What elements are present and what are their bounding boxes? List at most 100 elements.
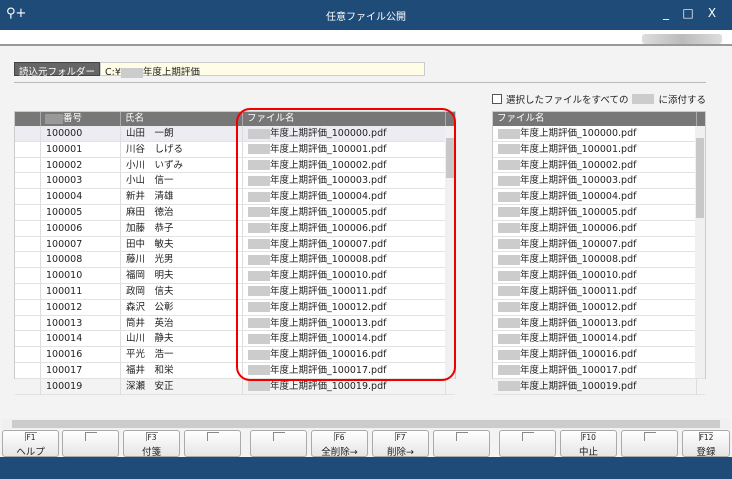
employee-name: 深瀬 安正 [121, 378, 243, 394]
fkey-button-blank-2[interactable] [62, 430, 119, 457]
file-name: 年度上期評価_100014.pdf [493, 331, 697, 347]
row-selector[interactable] [15, 331, 41, 347]
employee-number: 100003 [41, 173, 121, 189]
row-selector[interactable] [15, 173, 41, 189]
employee-name: 小山 信一 [121, 173, 243, 189]
row-selector[interactable] [15, 141, 41, 157]
table-row[interactable]: 年度上期評価_100012.pdf [493, 299, 705, 316]
table-row[interactable]: 年度上期評価_100008.pdf [493, 252, 705, 269]
table-row[interactable]: 年度上期評価_100006.pdf [493, 220, 705, 237]
scrollbar-thumb[interactable] [12, 420, 720, 428]
row-selector[interactable] [15, 283, 41, 299]
row-selector[interactable] [15, 157, 41, 173]
file-name: 年度上期評価_100010.pdf [493, 268, 697, 283]
table-row[interactable]: 100019 深瀬 安正 年度上期評価_100019.pdf [15, 378, 455, 395]
fkey-button-blank-9[interactable] [499, 430, 556, 457]
fkey-button-f1[interactable]: F1 ヘルプ [2, 430, 59, 458]
scrollbar-thumb[interactable] [696, 138, 704, 218]
fkey-button-f3[interactable]: F3 付箋 [123, 430, 180, 458]
employee-name: 福岡 明夫 [121, 268, 243, 283]
fkey-button-blank-8[interactable] [433, 430, 490, 457]
row-selector[interactable] [15, 315, 41, 331]
fkey-button-f7[interactable]: F7 削除→ [372, 430, 429, 458]
fkey-label: 付箋 [141, 447, 161, 458]
col-header-name[interactable]: 氏名 [121, 112, 243, 126]
row-selector[interactable] [15, 236, 41, 252]
table-row[interactable]: 年度上期評価_100002.pdf [493, 157, 705, 174]
fkey-button-f6[interactable]: F6 全削除→ [311, 430, 368, 458]
employee-number: 100000 [41, 126, 121, 141]
redacted [498, 254, 520, 265]
folder-suffix: 年度上期評価 [142, 67, 200, 78]
maximize-button[interactable]: □ [678, 6, 698, 20]
file-name-text: 年度上期評価_100006.pdf [520, 222, 637, 234]
table-row[interactable]: 年度上期評価_100011.pdf [493, 283, 705, 300]
table-row[interactable]: 年度上期評価_100003.pdf [493, 173, 705, 190]
col-header-number[interactable]: 番号 [41, 112, 121, 126]
row-selector[interactable] [15, 268, 41, 283]
table-row[interactable]: 年度上期評価_100014.pdf [493, 331, 705, 348]
attached-files-table: ファイル名 年度上期評価_100000.pdf 年度上期評価_100001.pdf… [492, 111, 706, 395]
minimize-button[interactable]: _ [656, 6, 676, 20]
row-selector[interactable] [15, 378, 41, 394]
folder-prefix: C:¥ [105, 67, 121, 78]
employee-name: 山川 静夫 [121, 331, 243, 347]
table-row[interactable]: 年度上期評価_100007.pdf [493, 236, 705, 253]
table-row[interactable]: 年度上期評価_100017.pdf [493, 362, 705, 379]
employee-number: 100013 [41, 315, 121, 331]
employee-number: 100016 [41, 347, 121, 362]
table-row[interactable]: 年度上期評価_100001.pdf [493, 141, 705, 158]
fkey-button-f10[interactable]: F10 中止 [560, 430, 617, 458]
row-selector[interactable] [15, 347, 41, 362]
fkey-button-f12[interactable]: F12 登録 [682, 430, 730, 458]
file-name-text: 年度上期評価_100004.pdf [520, 191, 637, 203]
file-name-text: 年度上期評価_100000.pdf [520, 128, 637, 139]
fkey-code: F7 [394, 432, 407, 442]
checkbox-icon[interactable] [492, 94, 502, 104]
col-header-filename: ファイル名 [493, 112, 697, 126]
row-selector[interactable] [15, 126, 41, 141]
file-name-text: 年度上期評価_100014.pdf [520, 333, 637, 345]
table-row[interactable]: 年度上期評価_100013.pdf [493, 315, 705, 332]
vertical-scrollbar[interactable] [695, 126, 705, 378]
col-header-select [15, 112, 41, 126]
fkey-code: F6 [333, 432, 346, 442]
fkey-label: ヘルプ [16, 447, 45, 458]
folder-path-field[interactable]: C:¥ 年度上期評価 [100, 62, 425, 78]
table-row[interactable]: 年度上期評価_100010.pdf [493, 268, 705, 284]
row-selector[interactable] [15, 189, 41, 204]
redacted [498, 349, 520, 360]
file-name: 年度上期評価_100008.pdf [493, 252, 697, 268]
employee-number: 100007 [41, 236, 121, 252]
table-row[interactable]: 年度上期評価_100019.pdf [493, 378, 705, 395]
table-row[interactable]: 年度上期評価_100000.pdf [493, 126, 705, 142]
employee-number: 100010 [41, 268, 121, 283]
highlight-annotation [236, 108, 456, 381]
fkey-button-blank-4[interactable] [184, 430, 241, 457]
horizontal-scrollbar[interactable] [2, 419, 730, 429]
row-selector[interactable] [15, 204, 41, 220]
employee-number: 100004 [41, 189, 121, 204]
row-selector[interactable] [15, 362, 41, 378]
table-row[interactable]: 年度上期評価_100004.pdf [493, 189, 705, 205]
fkey-code [206, 432, 219, 441]
close-button[interactable]: X [702, 6, 722, 20]
employee-number: 100014 [41, 331, 121, 347]
redacted [498, 191, 520, 202]
redacted [498, 381, 520, 392]
employee-name: 新井 清雄 [121, 189, 243, 204]
redacted [498, 128, 520, 139]
fkey-button-blank-5[interactable] [250, 430, 307, 457]
row-selector[interactable] [15, 252, 41, 268]
row-selector[interactable] [15, 299, 41, 315]
table-row[interactable]: 年度上期評価_100016.pdf [493, 347, 705, 363]
redacted [498, 207, 520, 218]
attach-all-checkbox[interactable]: 選択したファイルをすべての に添付する [492, 92, 706, 106]
file-name-text: 年度上期評価_100012.pdf [520, 301, 637, 313]
file-name-text: 年度上期評価_100016.pdf [520, 349, 637, 361]
fkey-button-blank-11[interactable] [621, 430, 678, 457]
fkey-code [455, 432, 468, 441]
row-selector[interactable] [15, 220, 41, 236]
fkey-label: 登録 [696, 447, 716, 458]
table-row[interactable]: 年度上期評価_100005.pdf [493, 204, 705, 221]
